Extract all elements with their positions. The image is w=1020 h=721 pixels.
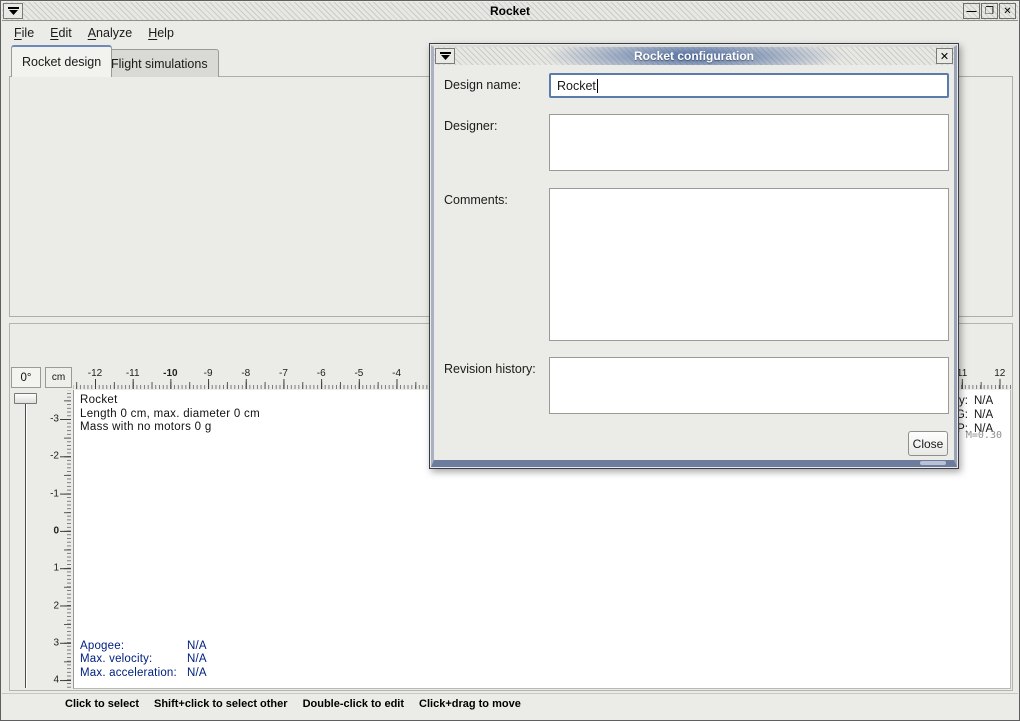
h-ruler-tick-label: -12 (88, 368, 102, 379)
h-ruler-tick-label: -6 (317, 368, 326, 379)
v-ruler-tick-label: -1 (50, 488, 59, 499)
v-ruler-tick-label: 3 (53, 637, 59, 648)
revision-history-input[interactable] (549, 357, 949, 414)
design-name-value: Rocket (557, 79, 596, 93)
dialog-menu-button[interactable] (435, 48, 455, 64)
minimize-icon: — (967, 6, 977, 17)
status-hint: Double-click to edit (303, 698, 404, 710)
rotation-angle-label: 0° (11, 367, 41, 388)
dialog-titlebar[interactable]: Rocket configuration ✕ (434, 47, 954, 65)
flight-stats: Apogee:N/A Max. velocity:N/A Max. accele… (80, 640, 207, 681)
h-ruler-tick-label: -9 (204, 368, 213, 379)
v-ruler-tick-label: 0 (53, 525, 59, 536)
comments-input[interactable] (549, 188, 949, 341)
status-hint: Click to select (65, 698, 139, 710)
menu-edit[interactable]: Edit (42, 23, 80, 43)
maximize-button[interactable]: ❐ (981, 3, 998, 19)
close-icon: ✕ (940, 50, 949, 63)
window-title: Rocket (2, 4, 1018, 18)
v-ruler-tick-label: -2 (50, 451, 59, 462)
rotation-slider-track[interactable] (25, 401, 27, 688)
menu-analyze[interactable]: Analyze (80, 23, 140, 43)
rocket-info-text: Rocket Length 0 cm, max. diameter 0 cm M… (80, 394, 260, 435)
designer-input[interactable] (549, 114, 949, 171)
maximize-icon: ❐ (985, 6, 994, 17)
close-button[interactable]: ✕ (999, 3, 1016, 19)
h-ruler-tick-label: -7 (279, 368, 288, 379)
tab-rocket-design[interactable]: Rocket design (11, 45, 112, 77)
design-name-label: Design name: (444, 78, 521, 92)
ruler-unit-label: cm (45, 367, 72, 388)
tab-flight-simulations[interactable]: Flight simulations (100, 49, 219, 77)
main-window: Rocket — ❐ ✕ File Edit Analyze Help Rock… (0, 0, 1020, 721)
v-ruler-tick-label: 1 (53, 563, 59, 574)
menu-bar: File Edit Analyze Help (2, 22, 1018, 44)
designer-label: Designer: (444, 119, 498, 133)
rocket-configuration-dialog: Rocket configuration ✕ Design name: Rock… (429, 43, 959, 469)
status-hint: Shift+click to select other (154, 698, 288, 710)
v-ruler-tick-label: 4 (53, 675, 59, 686)
titlebar[interactable]: Rocket — ❐ ✕ (2, 2, 1018, 21)
dialog-close-button[interactable]: ✕ (936, 48, 953, 64)
v-ruler-tick-label: -3 (50, 414, 59, 425)
design-name-input[interactable]: Rocket (549, 73, 949, 98)
dialog-resize-grip[interactable] (920, 461, 946, 465)
text-caret (597, 79, 598, 93)
h-ruler-tick-label: 12 (994, 368, 1005, 379)
minimize-button[interactable]: — (963, 3, 980, 19)
v-ruler-tick-label: 2 (53, 600, 59, 611)
rotation-slider-thumb[interactable] (14, 393, 37, 404)
dialog-title: Rocket configuration (434, 49, 954, 63)
h-ruler-tick-label: -10 (163, 368, 177, 379)
h-ruler-tick-label: -4 (392, 368, 401, 379)
h-ruler-tick-label: -5 (354, 368, 363, 379)
h-ruler-tick-label: -8 (241, 368, 250, 379)
mach-label: M=0.30 (966, 430, 1002, 441)
h-ruler-tick-label: -11 (126, 368, 140, 379)
vertical-ruler: -3 -2 -1 0 1 2 3 4 (45, 390, 72, 689)
comments-label: Comments: (444, 193, 508, 207)
window-menu-icon (440, 52, 451, 61)
menu-file[interactable]: File (6, 23, 42, 43)
status-bar: Click to select Shift+click to select ot… (2, 693, 1018, 714)
revision-history-label: Revision history: (444, 362, 536, 376)
status-hint: Click+drag to move (419, 698, 521, 710)
menu-help[interactable]: Help (140, 23, 182, 43)
dialog-close-action-button[interactable]: Close (908, 431, 948, 456)
close-icon: ✕ (1003, 6, 1011, 17)
